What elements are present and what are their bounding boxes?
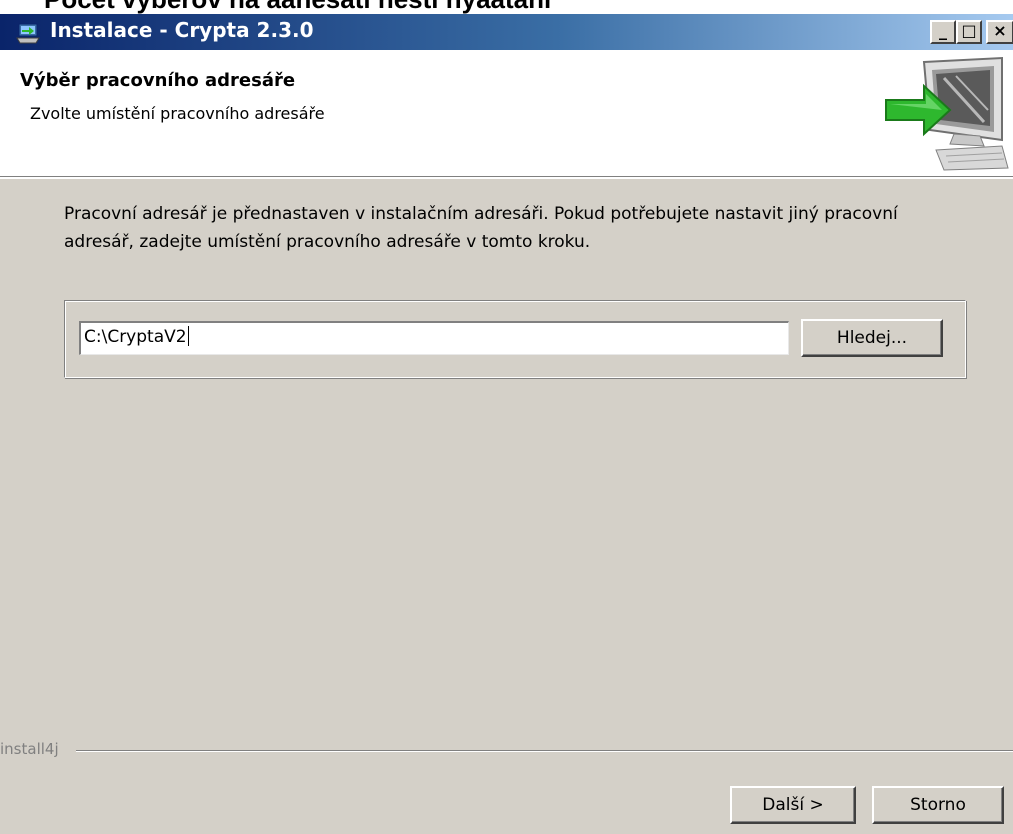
- directory-group: C:\CryptaV2 Hledej...: [64, 300, 966, 378]
- header-banner: Výběr pracovního adresáře Zvolte umístěn…: [0, 50, 1013, 177]
- window-title: Instalace - Crypta 2.3.0: [50, 18, 314, 42]
- installer-app-icon: [16, 23, 40, 44]
- maximize-button[interactable]: □: [956, 20, 982, 44]
- working-directory-value: C:\CryptaV2: [84, 327, 187, 347]
- step-subtitle: Zvolte umístění pracovního adresáře: [30, 104, 325, 123]
- installer-window: Instalace - Crypta 2.3.0 _ □ × Výběr pra…: [0, 14, 1013, 834]
- monitor-with-green-arrow-icon: [885, 56, 1009, 171]
- cancel-button[interactable]: Storno: [872, 786, 1004, 824]
- step-description: Pracovní adresář je přednastaven v insta…: [64, 204, 898, 252]
- working-directory-input[interactable]: C:\CryptaV2: [79, 321, 789, 355]
- background-caption-text: Pocet vyberov na aanesati nesti nyaatani: [44, 0, 551, 14]
- step-title: Výběr pracovního adresáře: [20, 70, 296, 91]
- next-button[interactable]: Další >: [730, 786, 856, 824]
- install4j-brand: install4j: [0, 740, 59, 758]
- header-separator: [0, 177, 1013, 179]
- footer-separator: [76, 750, 1013, 752]
- minimize-button[interactable]: _: [930, 20, 956, 44]
- browse-button[interactable]: Hledej...: [801, 319, 943, 357]
- text-caret: [187, 326, 189, 346]
- title-bar[interactable]: Instalace - Crypta 2.3.0 _ □ ×: [0, 14, 1013, 50]
- close-button[interactable]: ×: [986, 20, 1013, 44]
- background-window-caption: Pocet vyberov na aanesati nesti nyaatani: [0, 0, 1013, 14]
